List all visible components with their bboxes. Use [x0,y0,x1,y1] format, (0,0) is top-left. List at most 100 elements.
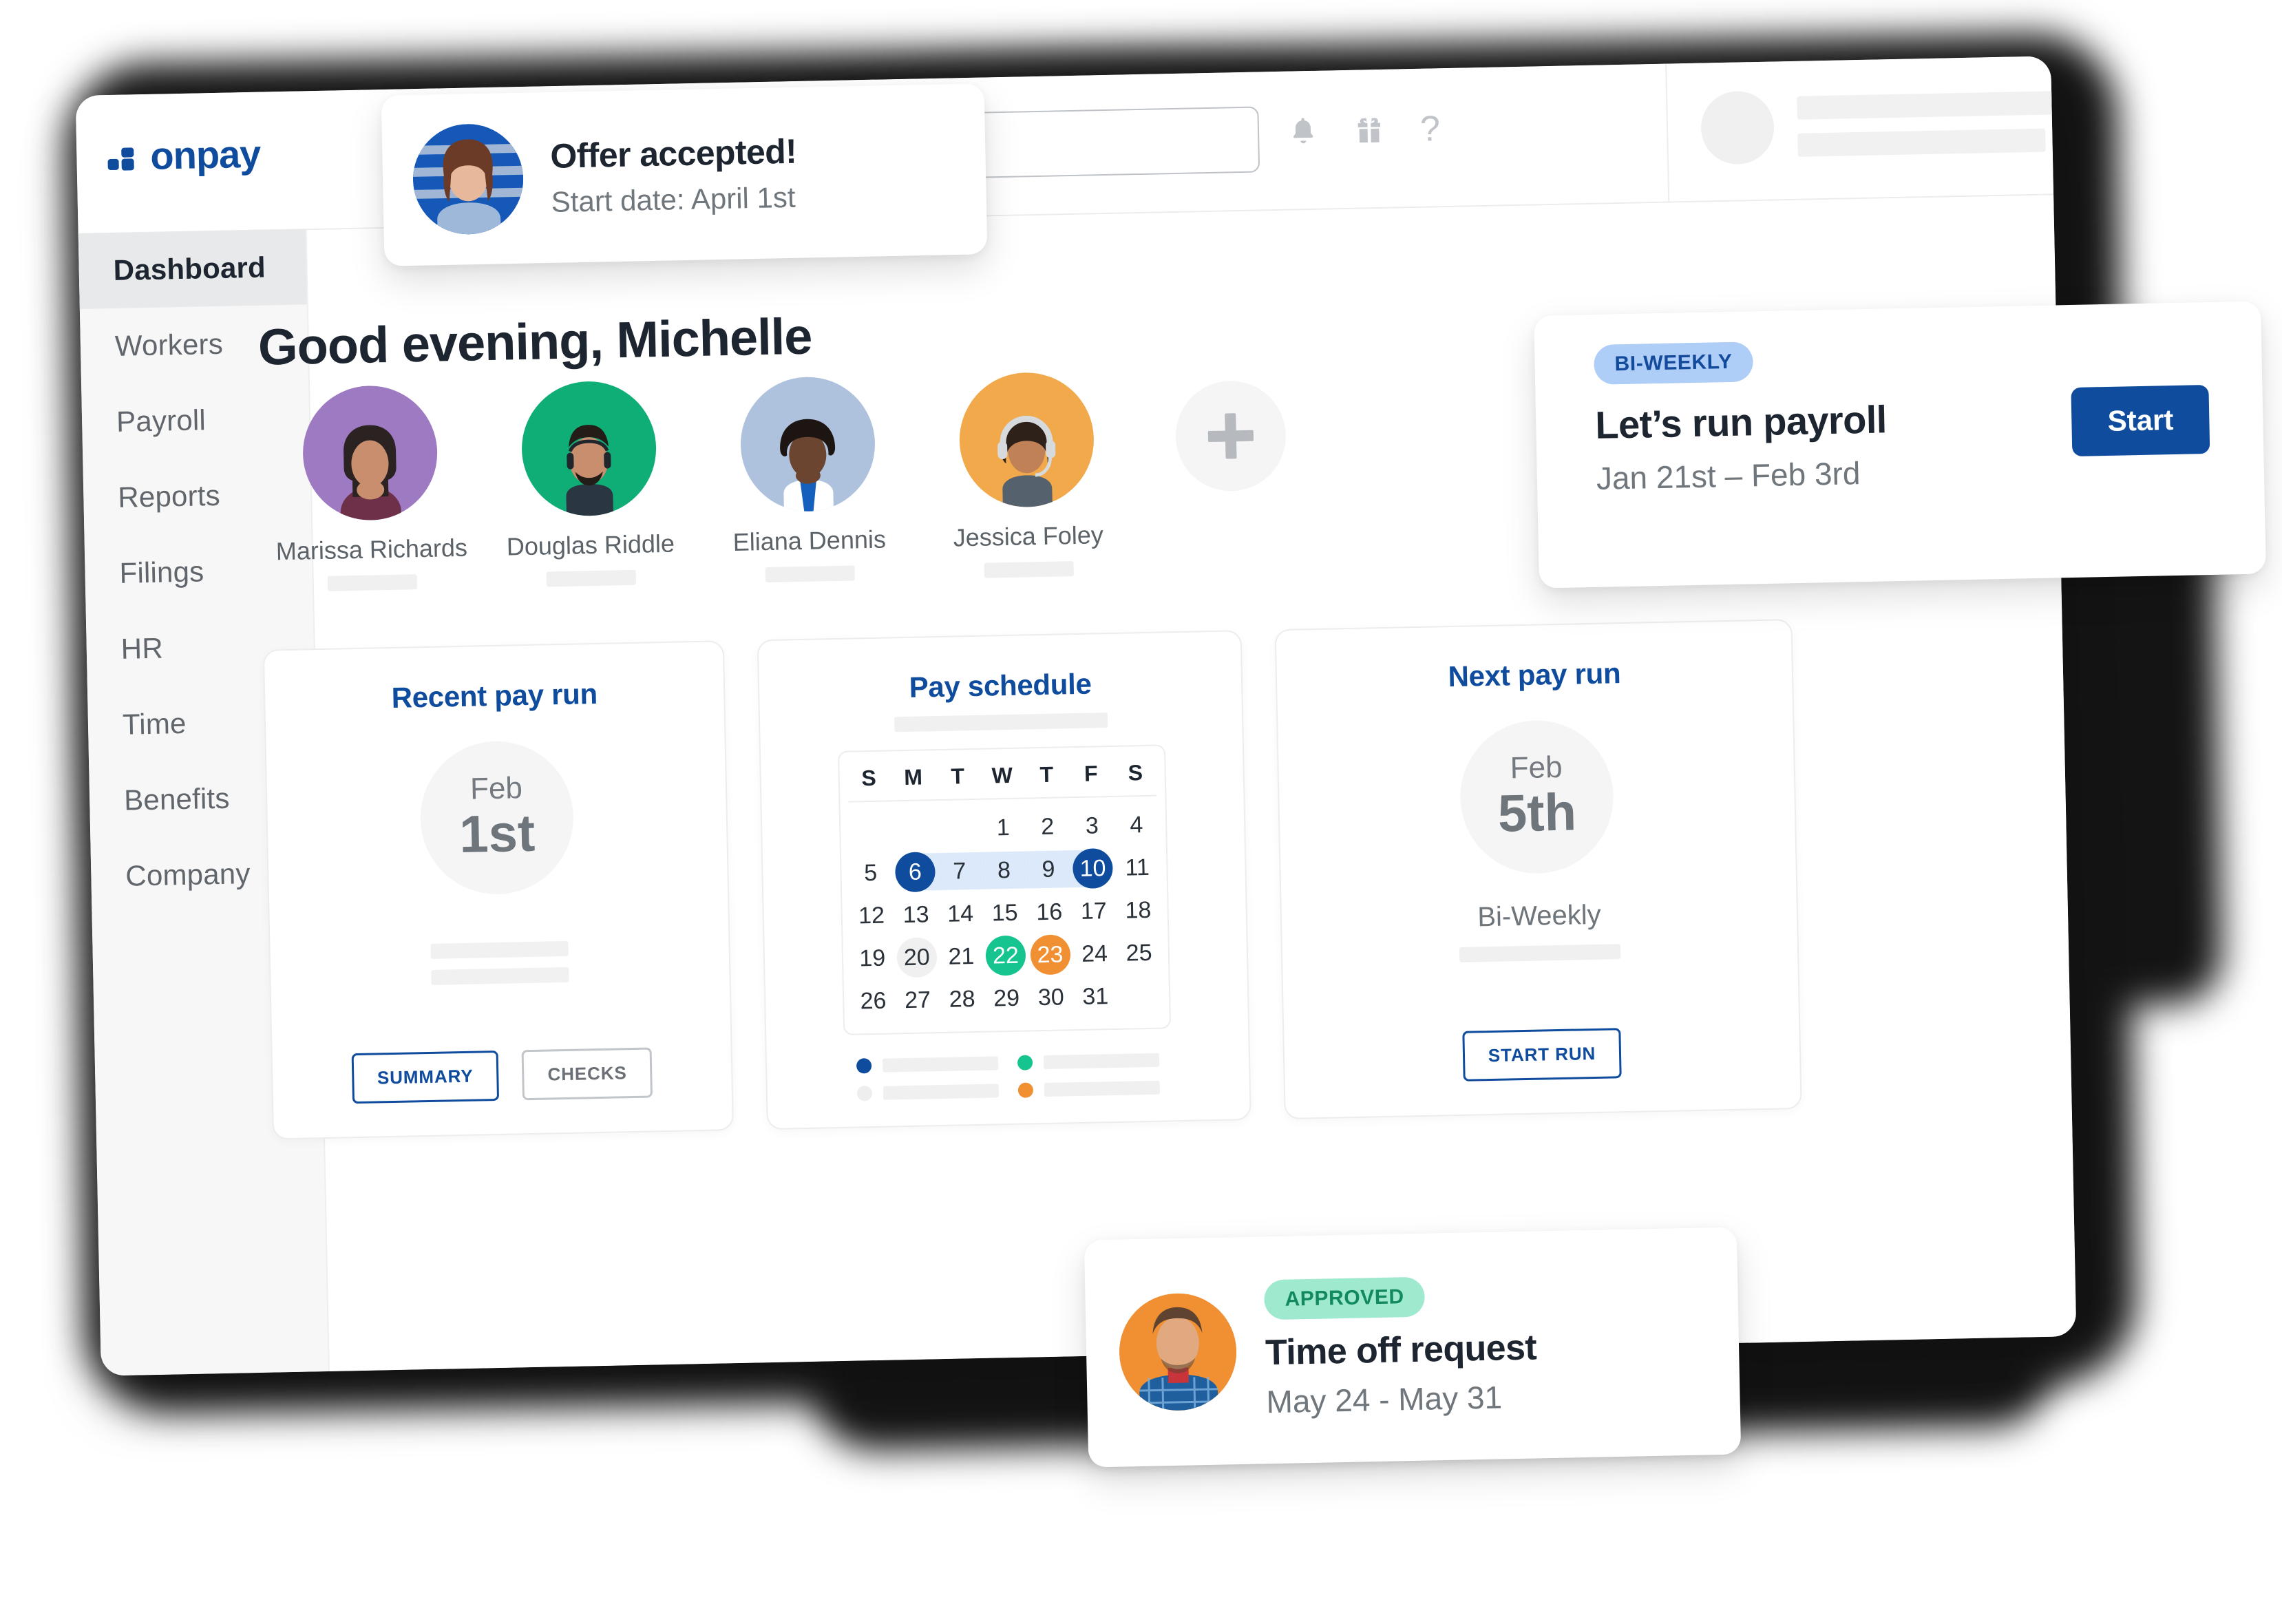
calendar-day-number: 12 [858,902,885,929]
calendar-day-number: 29 [993,984,1020,1011]
calendar-day-cell[interactable]: 11 [1114,846,1160,889]
calendar-day-cell[interactable]: 8 [982,849,1027,892]
checks-button[interactable]: CHECKS [521,1047,653,1101]
employee-name: Marissa Richards [275,533,468,566]
onpay-logo[interactable]: onpay [107,132,261,178]
sidebar-item-label: Time [122,706,187,741]
pay-date-badge: Feb 5th [1459,719,1615,875]
start-payroll-button[interactable]: Start [2071,384,2210,456]
calendar-day-grid: 1 2 3 4 5 6 7 8 9 10 11 12 13 14 15 16 17 18 19 20 21 22 23 24 2… [847,803,1163,1023]
legend-item [856,1055,999,1074]
card-title: Pay schedule [909,667,1092,704]
card-recent-pay-run: Recent pay run Feb 1st SUMMARY CHECKS [262,640,734,1140]
calendar-day-number: 6 [908,858,922,885]
weekday-label: S [860,765,877,791]
calendar-day-cell[interactable]: 10 [1070,847,1116,890]
weekday-label: W [991,762,1013,788]
gift-icon[interactable] [1354,114,1385,147]
weekday-label: T [1039,761,1054,788]
add-employee-button[interactable] [1174,379,1287,492]
calendar-day-cell[interactable]: 7 [937,850,982,893]
calendar-day-cell[interactable]: 5 [848,851,894,894]
card-title: Next pay run [1448,657,1621,693]
user-menu[interactable] [1700,84,2077,165]
calendar-day-number: 26 [860,987,887,1014]
summary-button[interactable]: SUMMARY [351,1050,500,1104]
calendar-day-number: 23 [1037,940,1064,968]
calendar-day-cell[interactable]: 21 [939,935,984,978]
legend-label-placeholder [882,1056,999,1073]
start-run-button[interactable]: START RUN [1462,1028,1622,1082]
calendar-day-number: 25 [1126,939,1152,967]
calendar-day-cell[interactable]: 22 [983,934,1028,977]
notification-offer-accepted[interactable]: Offer accepted! Start date: April 1st [381,83,988,266]
app-window: onpay ? Dashboard Workers Payroll Report… [75,56,2077,1376]
avatar [1700,90,1775,165]
employee-item[interactable]: Eliana Dennis [697,375,920,584]
calendar-day-cell[interactable]: 4 [1114,803,1159,847]
calendar-day-cell[interactable]: 26 [851,979,896,1022]
calendar-day-cell[interactable]: 27 [895,978,940,1022]
calendar-day-number: 9 [1042,856,1055,883]
employee-item[interactable]: Douglas Riddle [478,379,701,588]
calendar-day-cell[interactable]: 2 [1025,805,1070,848]
calendar-day-cell[interactable]: 16 [1026,890,1072,934]
legend-color-dot [1017,1082,1034,1098]
weekday-label: M [903,764,923,790]
calendar-day-cell[interactable]: 30 [1028,976,1074,1019]
pay-day: 1st [458,803,536,865]
employee-list: Marissa Richards Douglas Riddle Eliana D… [259,368,1289,593]
detail-placeholder [430,940,569,985]
calendar-day-cell[interactable]: 15 [982,891,1028,934]
calendar-day-number: 30 [1037,983,1065,1011]
calendar-day-number: 24 [1081,940,1108,967]
pay-month: Feb [469,771,523,806]
employee-role-placeholder [984,561,1074,578]
employee-item[interactable]: Marissa Richards [259,383,482,592]
calendar-day-cell[interactable]: 29 [984,976,1029,1020]
calendar-day-cell[interactable]: 24 [1072,932,1117,976]
calendar-day-cell[interactable]: 20 [894,936,940,979]
employee-item[interactable]: Jessica Foley [916,370,1139,579]
sidebar-item-label: Benefits [123,781,230,816]
calendar-day-cell[interactable]: 23 [1028,933,1073,976]
calendar-day-cell[interactable]: 13 [894,893,939,936]
calendar-day-cell[interactable]: 14 [938,892,983,936]
sidebar-item-dashboard[interactable]: Dashboard [78,229,307,309]
calendar-day-number: 19 [858,945,886,971]
notification-run-payroll[interactable]: BI-WEEKLY Let’s run payroll Jan 21st – F… [1534,301,2266,589]
employee-name: Jessica Foley [953,520,1104,552]
pay-month: Feb [1510,750,1563,785]
calendar-day-cell[interactable]: 25 [1117,931,1162,975]
page-title: Good evening, Michelle [257,307,813,376]
card-actions: SUMMARY CHECKS [351,1047,653,1104]
pay-day: 5th [1497,783,1577,843]
calendar-day-cell[interactable]: 31 [1073,975,1118,1018]
calendar-day-cell[interactable]: 9 [1026,847,1071,891]
bell-icon[interactable] [1288,115,1319,149]
calendar-day-cell[interactable]: 6 [892,850,938,894]
calendar-day-cell[interactable]: 17 [1071,889,1117,933]
calendar-day-cell[interactable]: 18 [1115,889,1161,932]
calendar-day-number: 2 [1040,813,1055,840]
pay-cadence: Bi-Weekly [1477,899,1602,933]
calendar-day-cell[interactable]: 3 [1069,804,1114,847]
calendar-day-cell[interactable]: 19 [849,936,895,980]
pay-schedule-calendar[interactable]: S M T W T F S 1 2 3 4 5 6 7 8 9 10 11 12 13 14 15 16 17 1… [837,744,1172,1035]
employee-role-placeholder [546,569,637,587]
calendar-day-number: 31 [1082,982,1109,1010]
calendar-day-cell[interactable]: 1 [980,806,1026,850]
card-pay-schedule: Pay schedule S M T W T F S 1 2 3 4 5 6 7 8 9 10 11… [757,630,1251,1130]
calendar-day-cell[interactable]: 12 [849,894,894,937]
sidebar-item-label: Company [125,857,251,892]
notification-time-off-request[interactable]: APPROVED Time off request May 24 - May 3… [1084,1227,1742,1468]
calendar-day-number: 14 [947,900,974,927]
notification-text: APPROVED Time off request May 24 - May 3… [1263,1274,1538,1420]
help-icon[interactable]: ? [1419,109,1440,149]
calendar-day-number: 20 [903,943,931,971]
onpay-logo-mark [107,140,145,173]
plus-icon [1207,413,1254,459]
calendar-day-cell[interactable]: 28 [940,978,985,1021]
notification-subtitle: Start date: April 1st [551,180,796,218]
detail-placeholder [1459,944,1621,962]
